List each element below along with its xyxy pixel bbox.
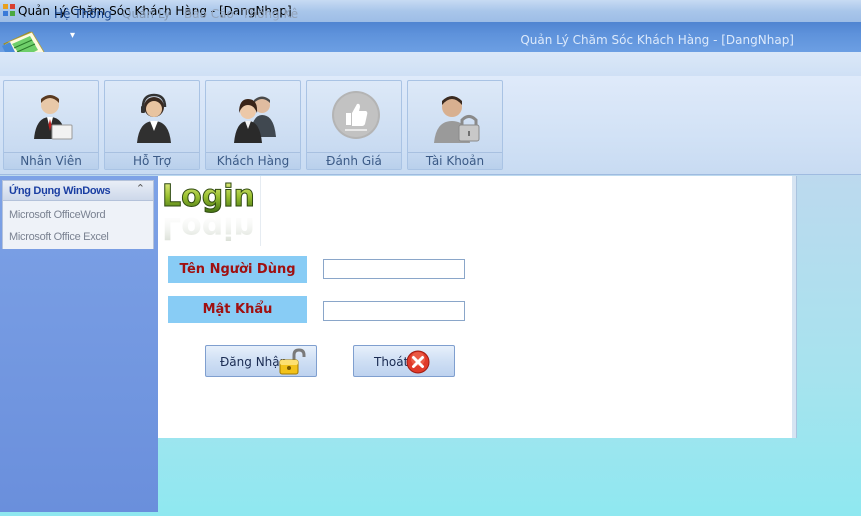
username-input[interactable] — [323, 259, 465, 279]
nav-group-title: Ứng Dụng WinDows — [9, 185, 111, 197]
account-lock-icon — [434, 96, 480, 143]
staff-label: Nhân Viên — [4, 152, 98, 169]
support-label: Hỗ Trợ — [105, 152, 199, 169]
form-border — [792, 176, 797, 438]
exit-button-label: Thoát — [374, 355, 409, 369]
login-logo-text: Login — [162, 179, 255, 214]
app-icon — [3, 4, 15, 16]
nav-group-header[interactable]: Ứng Dụng WinDows ⌃ — [2, 180, 154, 201]
support-button[interactable]: Hỗ Trợ — [104, 80, 200, 170]
account-label: Tài Khoản — [408, 152, 502, 169]
exit-button[interactable]: Thoát — [353, 345, 455, 377]
tab-quan-ly[interactable]: Quản Lý — [122, 7, 171, 21]
support-icon — [137, 93, 171, 143]
customers-icon — [234, 96, 276, 143]
username-label: Tên Người Dùng — [168, 256, 307, 283]
quick-access-dropdown[interactable]: ▾ — [70, 30, 75, 41]
unlock-icon — [279, 348, 306, 375]
close-icon — [406, 350, 430, 374]
nav-group-body: Microsoft OfficeWord Microsoft Office Ex… — [2, 201, 154, 249]
nav-item-word[interactable]: Microsoft OfficeWord — [9, 209, 106, 221]
nav-item-excel[interactable]: Microsoft Office Excel — [9, 231, 109, 243]
tab-bao-cao-thong-ke[interactable]: Báo Cáo- Thống Kê — [184, 7, 298, 21]
account-button[interactable]: Tài Khoản — [407, 80, 503, 170]
login-logo: Login Login — [160, 176, 261, 246]
login-button[interactable]: Đăng Nhập — [205, 345, 317, 377]
staff-icon — [34, 95, 73, 140]
ribbon-caption: Quản Lý Chăm Sóc Khách Hàng - [DangNhap] — [520, 33, 794, 47]
password-label: Mật Khẩu — [168, 296, 307, 323]
customers-button[interactable]: Khách Hàng — [205, 80, 301, 170]
staff-button[interactable]: Nhân Viên — [3, 80, 99, 170]
rating-button[interactable]: Đánh Giá — [306, 80, 402, 170]
ribbon-tabs — [0, 52, 861, 76]
collapse-chevron-icon[interactable]: ⌃ — [136, 182, 145, 195]
password-input[interactable] — [323, 301, 465, 321]
thumbs-up-icon — [332, 91, 380, 139]
customers-label: Khách Hàng — [206, 152, 300, 169]
login-logo-image: Login Login — [162, 179, 256, 246]
rating-label: Đánh Giá — [307, 152, 401, 169]
tab-he-thong[interactable]: Hệ Thống — [54, 7, 112, 21]
login-logo-reflection: Login — [162, 210, 255, 245]
